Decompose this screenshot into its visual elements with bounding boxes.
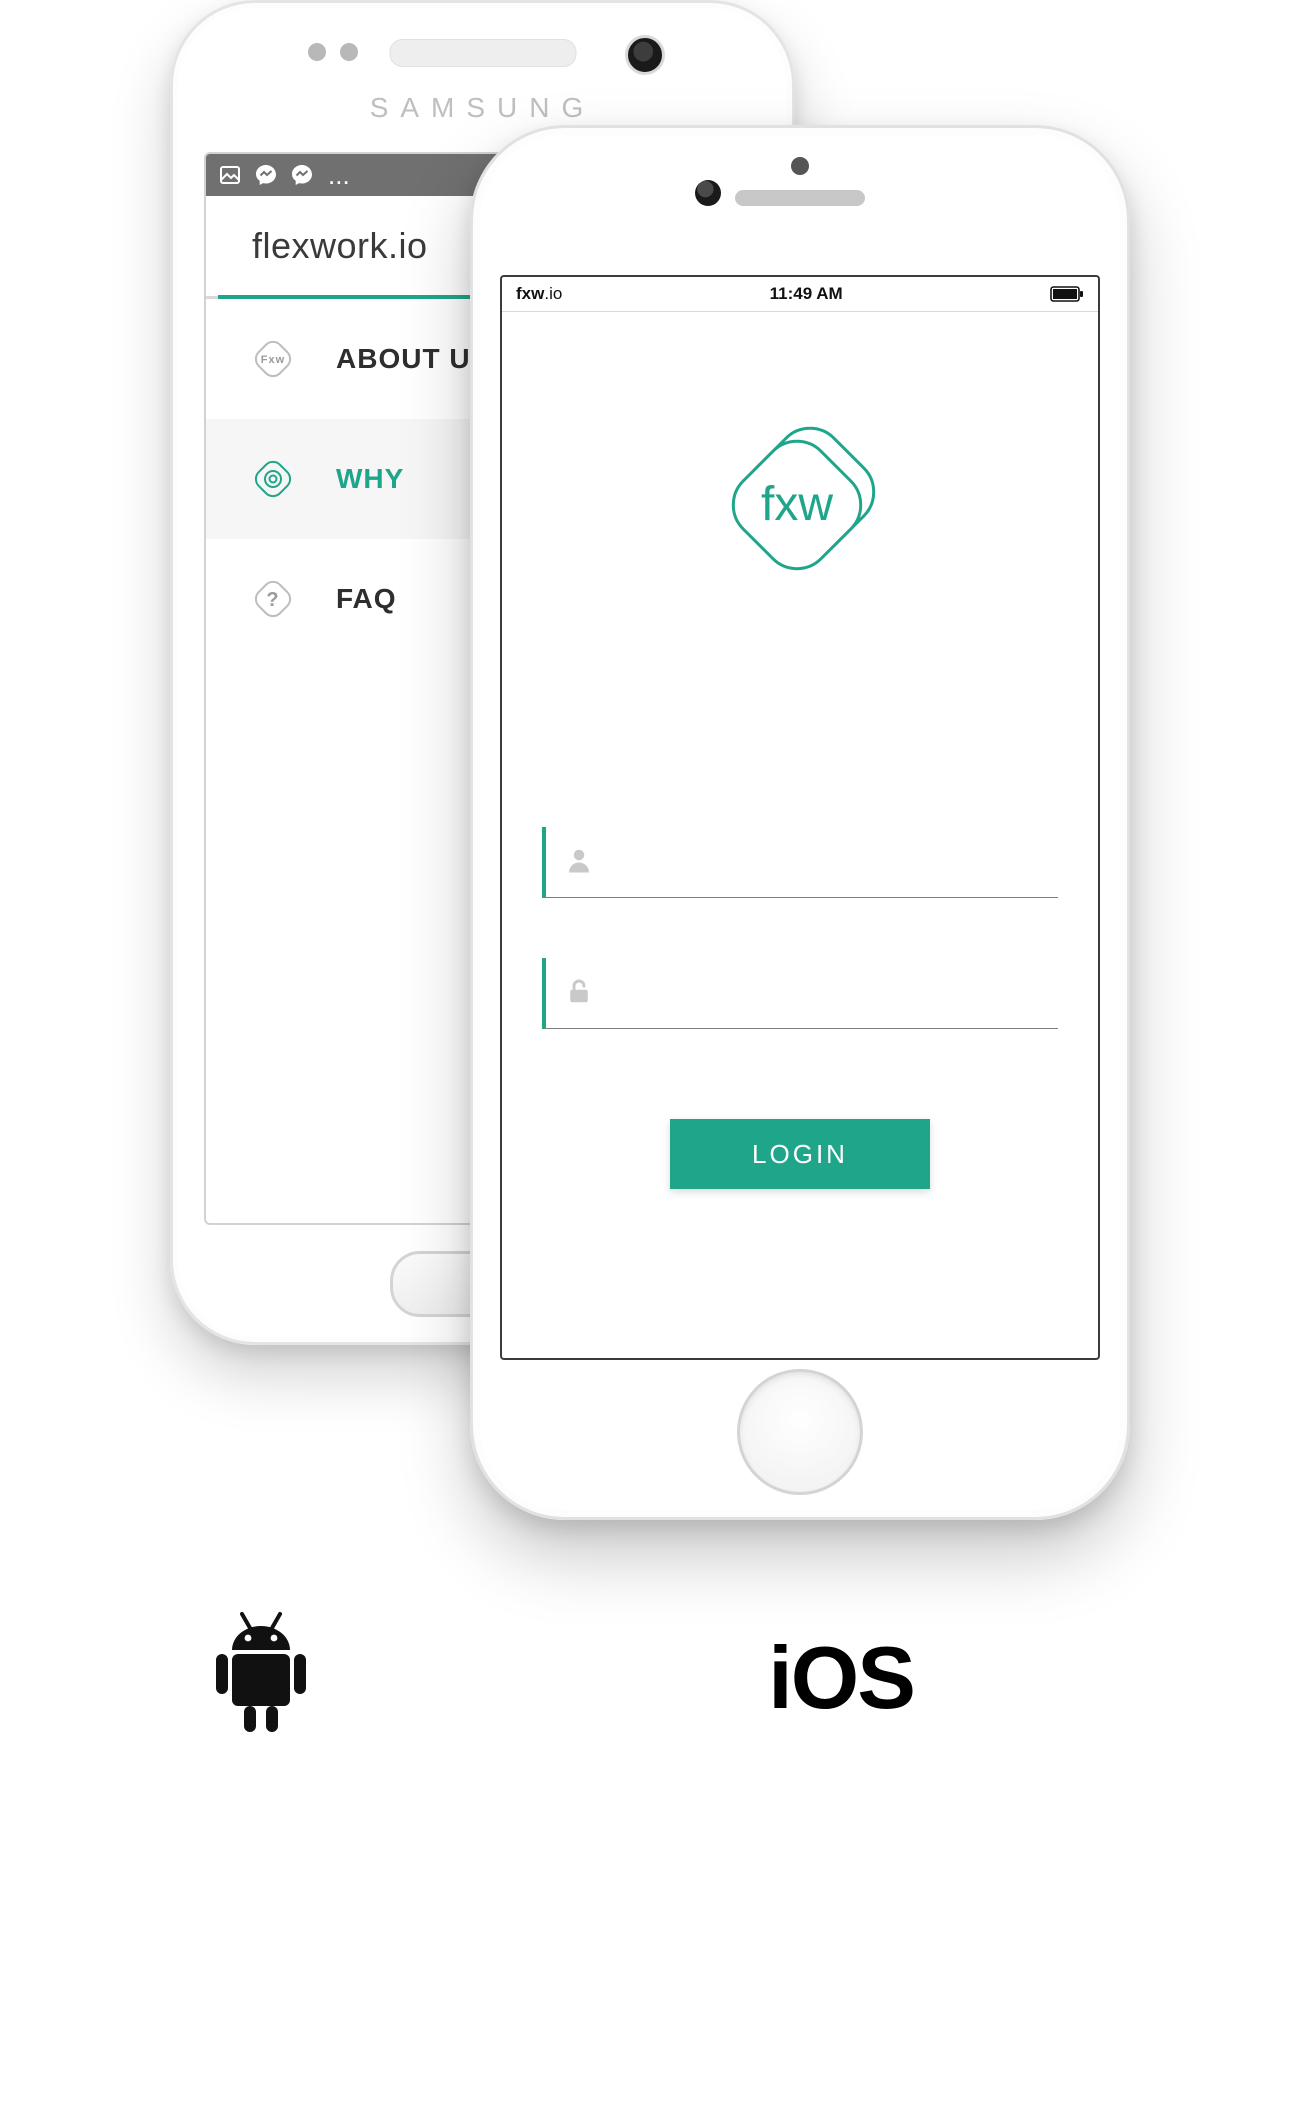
iphone-status-bar: fxw.io 11:49 AM: [502, 277, 1098, 312]
menu-item-label: WHY: [336, 463, 404, 495]
fxw-logo-icon: Fxw: [246, 332, 300, 386]
iphone-carrier-text: fxw.io: [516, 284, 562, 304]
os-labels-row: iOS: [170, 1570, 1130, 1745]
android-robot-icon: [206, 1610, 316, 1745]
iphone-app-body: fxw: [502, 312, 1098, 1359]
messenger-icon: [254, 163, 278, 187]
messenger-icon: [290, 163, 314, 187]
iphone-frame: fxw.io 11:49 AM fxw: [470, 125, 1130, 1520]
phone-mockup-stage: SAMSUNG ... flexwork.io: [170, 0, 1130, 1570]
login-form: [542, 827, 1058, 1029]
ios-os-label: iOS: [768, 1627, 914, 1729]
fxw-app-logo: fxw: [700, 402, 900, 607]
unlock-icon: [564, 976, 594, 1011]
menu-item-label: ABOUT US: [336, 343, 490, 375]
fxw-logo-text: fxw: [761, 478, 833, 531]
password-input[interactable]: [594, 957, 1058, 1029]
target-icon: [246, 452, 300, 506]
image-icon: [218, 163, 242, 187]
username-input[interactable]: [594, 826, 1058, 898]
menu-item-label: FAQ: [336, 583, 397, 615]
iphone-screen: fxw.io 11:49 AM fxw: [500, 275, 1100, 1360]
svg-text:?: ?: [266, 589, 279, 611]
android-brand-text: SAMSUNG: [170, 92, 795, 124]
iphone-front-camera: [695, 180, 721, 206]
iphone-status-time: 11:49 AM: [770, 284, 843, 304]
android-top-sensors: [170, 35, 795, 85]
question-icon: ?: [246, 572, 300, 626]
iphone-proximity-sensor: [791, 157, 809, 175]
iphone-earpiece: [735, 190, 865, 206]
android-app-title: flexwork.io: [252, 225, 428, 267]
user-icon: [564, 845, 594, 880]
android-front-camera: [625, 35, 665, 75]
iphone-home-button[interactable]: [737, 1369, 863, 1495]
android-os-label: [206, 1610, 316, 1745]
svg-text:Fxw: Fxw: [261, 354, 285, 366]
password-field-wrapper[interactable]: [542, 958, 1058, 1029]
battery-icon: [1050, 286, 1084, 302]
username-field-wrapper[interactable]: [542, 827, 1058, 898]
android-earpiece: [389, 39, 576, 67]
login-button[interactable]: LOGIN: [670, 1119, 930, 1189]
android-sensor-dots: [308, 43, 358, 61]
